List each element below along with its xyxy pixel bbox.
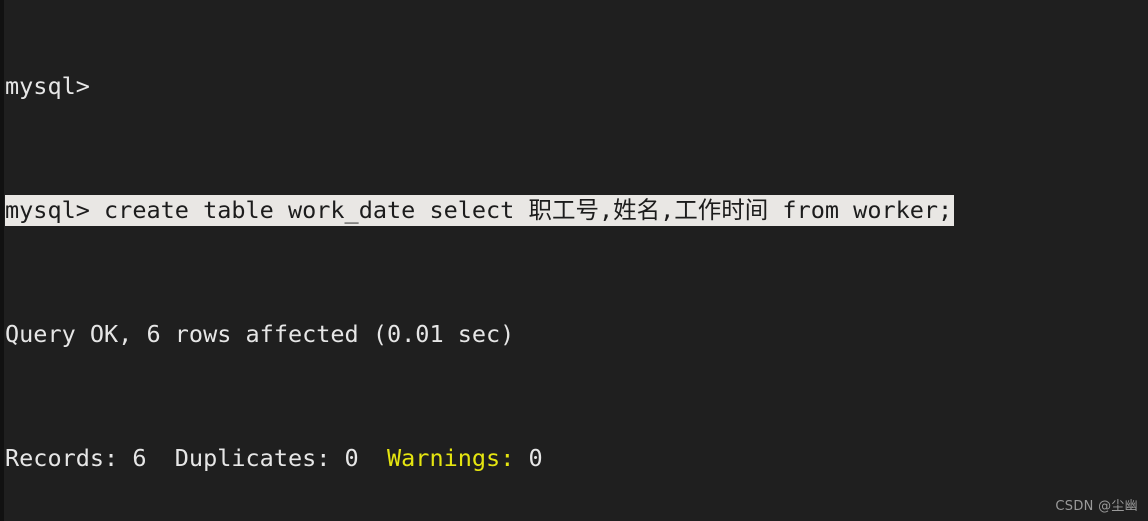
records-duplicates-text: Records: 6 Duplicates: 0 [5, 444, 388, 472]
terminal-output-area[interactable]: mysql> mysql> create table work_date sel… [5, 0, 1148, 521]
clipped-prompt-line: mysql> [5, 71, 1148, 102]
terminal-left-edge [0, 0, 4, 521]
command-line-create-table[interactable]: mysql> create table work_date select 职工号… [5, 195, 1148, 226]
warnings-label: Warnings: [387, 444, 515, 472]
selected-command-text[interactable]: mysql> create table work_date select 职工号… [5, 195, 955, 226]
csdn-watermark: CSDN @尘幽 [1055, 499, 1138, 514]
records-duplicates-warnings-line: Records: 6 Duplicates: 0 Warnings: 0 [5, 443, 1148, 474]
warnings-value: 0 [514, 444, 543, 472]
terminal-window[interactable]: mysql> mysql> create table work_date sel… [0, 0, 1148, 521]
query-ok-text: Query OK, 6 rows affected (0.01 sec) [5, 320, 515, 348]
clipped-prompt-text: mysql> [5, 72, 90, 100]
query-ok-line: Query OK, 6 rows affected (0.01 sec) [5, 319, 1148, 350]
